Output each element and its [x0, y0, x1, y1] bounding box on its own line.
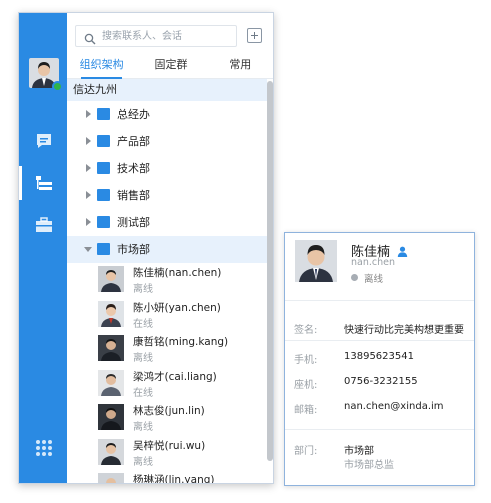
- signature-value: 快速行动比完美构想更重要: [344, 325, 464, 336]
- tab-fixed-groups[interactable]: 固定群: [136, 53, 205, 78]
- tab-frequent[interactable]: 常用: [206, 53, 273, 78]
- avatar: [98, 438, 124, 465]
- member-status: 离线: [133, 422, 153, 433]
- dept-label: 产品部: [117, 135, 150, 148]
- search-icon: [84, 30, 96, 45]
- member-name: 杨琳涵(lin.yang): [133, 474, 215, 484]
- dept-row[interactable]: 总经办: [67, 101, 267, 128]
- member-status: 离线: [133, 284, 153, 295]
- add-icon[interactable]: [247, 28, 262, 43]
- folder-icon: [97, 108, 110, 120]
- member-status: 在线: [133, 318, 153, 330]
- dept-row[interactable]: 销售部: [67, 182, 267, 209]
- dept-row-expanded[interactable]: 市场部: [67, 236, 267, 263]
- folder-icon: [97, 243, 110, 255]
- phone-value[interactable]: 0756-3232155: [344, 376, 418, 387]
- avatar: [98, 369, 124, 396]
- apps-grid-icon[interactable]: [35, 439, 53, 457]
- member-status: 离线: [133, 353, 153, 364]
- contact-account: nan.chen: [351, 257, 395, 268]
- dept-label: 技术部: [117, 162, 150, 175]
- contacts-panel: 组织架构 固定群 常用 信达九州 总经办 产品部: [67, 13, 273, 484]
- search-box[interactable]: [75, 25, 237, 47]
- online-indicator: [52, 81, 63, 92]
- dept-label: 销售部: [117, 189, 150, 202]
- dept-value: 市场部: [344, 446, 374, 457]
- member-name: 陈佳楠(nan.chen): [133, 267, 222, 279]
- avatar: [98, 404, 124, 430]
- org-tree: 信达九州 总经办 产品部 技术部 销售部 测试部 市场部 陈佳楠(nan.che…: [67, 79, 267, 484]
- caret-down-icon[interactable]: [84, 247, 92, 252]
- person-icon: [397, 242, 408, 257]
- tab-org-structure[interactable]: 组织架构: [67, 53, 136, 79]
- avatar: [295, 240, 337, 282]
- member-row[interactable]: 杨琳涵(lin.yang): [67, 470, 267, 484]
- nav-rail: [19, 13, 67, 483]
- email-value[interactable]: nan.chen@xinda.im: [344, 401, 444, 412]
- member-name: 林志俊(jun.lin): [133, 405, 205, 417]
- divider: [285, 429, 474, 430]
- contact-status: 离线: [364, 274, 384, 285]
- member-status: 在线: [133, 387, 153, 399]
- member-name: 吴梓悦(rui.wu): [133, 439, 206, 452]
- contacts-icon[interactable]: [19, 166, 54, 200]
- member-row[interactable]: 陈小妍(yan.chen) 在线: [67, 298, 267, 333]
- desktop: 组织架构 固定群 常用 信达九州 总经办 产品部: [0, 0, 491, 503]
- mobile-label: 手机:: [294, 355, 318, 366]
- status-dot: [351, 274, 358, 281]
- member-name: 康哲铭(ming.kang): [133, 336, 229, 348]
- org-root[interactable]: 信达九州: [67, 79, 267, 101]
- divider: [285, 300, 474, 301]
- dept-label: 测试部: [117, 216, 150, 229]
- scrollbar[interactable]: [267, 81, 273, 461]
- folder-icon: [97, 162, 110, 174]
- phone-label: 座机:: [294, 380, 318, 391]
- avatar: [98, 335, 124, 361]
- avatar: [98, 266, 124, 292]
- avatar: [98, 300, 124, 327]
- dept-row[interactable]: 产品部: [67, 128, 267, 155]
- caret-right-icon[interactable]: [86, 191, 91, 199]
- dept-label: 部门:: [294, 446, 318, 457]
- folder-icon: [97, 189, 110, 201]
- dept-row[interactable]: 测试部: [67, 209, 267, 236]
- member-status: 离线: [133, 456, 153, 468]
- caret-right-icon[interactable]: [86, 137, 91, 145]
- tab-bar: 组织架构 固定群 常用: [67, 53, 273, 79]
- dept-row[interactable]: 技术部: [67, 155, 267, 182]
- caret-right-icon[interactable]: [86, 164, 91, 172]
- email-label: 邮箱:: [294, 405, 318, 416]
- member-row[interactable]: 吴梓悦(rui.wu) 离线: [67, 436, 267, 471]
- job-title: 市场部总监: [344, 460, 394, 471]
- divider: [285, 340, 474, 341]
- caret-right-icon[interactable]: [86, 110, 91, 118]
- dept-label: 市场部: [117, 243, 150, 256]
- folder-icon: [97, 135, 110, 147]
- folder-icon: [97, 216, 110, 228]
- im-main-window: 组织架构 固定群 常用 信达九州 总经办 产品部: [18, 12, 274, 484]
- workbench-icon[interactable]: [34, 215, 54, 235]
- member-name: 梁鸿才(cai.liang): [133, 370, 217, 383]
- avatar: [98, 473, 124, 483]
- member-row[interactable]: 康哲铭(ming.kang) 离线: [67, 332, 267, 367]
- dept-label: 总经办: [117, 108, 150, 121]
- signature-label: 签名:: [294, 325, 318, 336]
- my-avatar[interactable]: [29, 58, 63, 92]
- member-row[interactable]: 梁鸿才(cai.liang) 在线: [67, 367, 267, 402]
- contact-card: 陈佳楠 nan.chen 离线 签名: 快速行动比完美构想更重要 手机: 138…: [284, 232, 475, 486]
- search-input[interactable]: [102, 28, 232, 44]
- member-name: 陈小妍(yan.chen): [133, 301, 221, 314]
- member-row[interactable]: 林志俊(jun.lin) 离线: [67, 401, 267, 436]
- chat-icon[interactable]: [34, 131, 54, 151]
- caret-right-icon[interactable]: [86, 218, 91, 226]
- mobile-value[interactable]: 13895623541: [344, 351, 414, 362]
- member-row[interactable]: 陈佳楠(nan.chen) 离线: [67, 263, 267, 298]
